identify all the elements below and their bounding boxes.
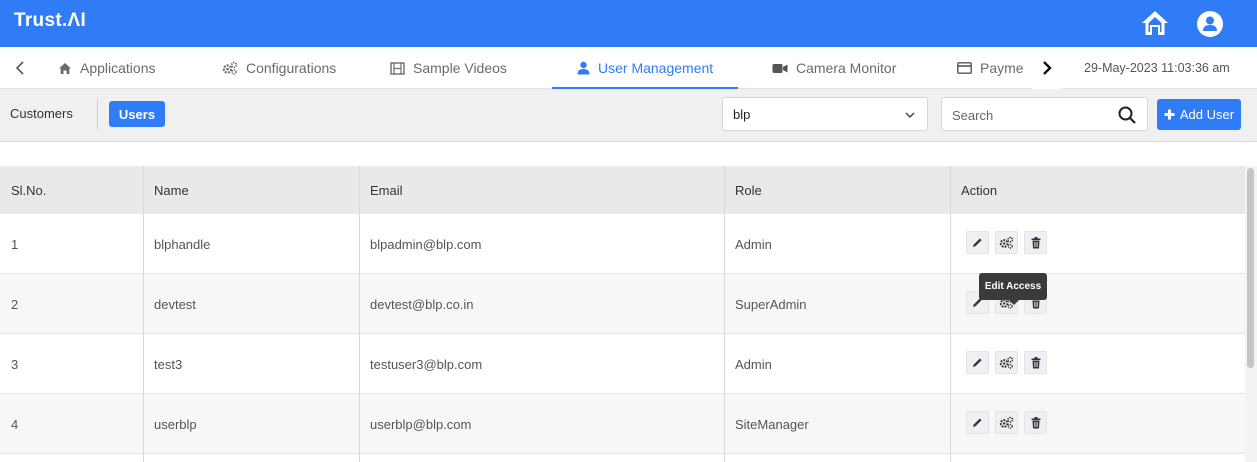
chevron-down-icon bbox=[905, 112, 915, 119]
tab-camera-monitor[interactable]: Camera Monitor bbox=[772, 47, 896, 89]
delete-trash-icon[interactable] bbox=[1024, 411, 1047, 434]
access-gears-icon[interactable] bbox=[995, 231, 1018, 254]
video-camera-icon bbox=[772, 63, 788, 73]
cell-role: SiteManager bbox=[735, 416, 809, 432]
edit-pencil-icon[interactable] bbox=[966, 411, 989, 434]
tab-label: Applications bbox=[80, 60, 156, 76]
customer-select[interactable]: blp bbox=[722, 97, 928, 131]
column-header-action: Action bbox=[961, 182, 998, 198]
cell-slno: 3 bbox=[11, 356, 19, 372]
delete-trash-icon[interactable] bbox=[1024, 351, 1047, 374]
credit-card-icon bbox=[957, 62, 972, 74]
cell-name: devtest bbox=[154, 296, 196, 312]
table-row: 3 test3 testuser3@blp.com Admin bbox=[0, 334, 1245, 394]
tab-sample-videos[interactable]: Sample Videos bbox=[390, 47, 507, 89]
search-input[interactable] bbox=[952, 105, 1102, 125]
cell-role: SuperAdmin bbox=[735, 296, 807, 312]
row-actions bbox=[966, 351, 1047, 374]
table-row: 2 devtest devtest@blp.co.in SuperAdmin bbox=[0, 274, 1245, 334]
tab-label: Payme bbox=[980, 60, 1024, 76]
table-row: 4 userblp userblp@blp.com SiteManager bbox=[0, 394, 1245, 454]
access-gears-icon[interactable] bbox=[995, 351, 1018, 374]
film-icon bbox=[390, 61, 405, 75]
table-row: 1 blphandle blpadmin@blp.com Admin bbox=[0, 214, 1245, 274]
cell-slno: 4 bbox=[11, 416, 19, 432]
module-tabs: Applications Configurations Sample Video… bbox=[0, 47, 1257, 89]
row-actions bbox=[966, 231, 1047, 254]
customers-toggle[interactable]: Customers bbox=[10, 106, 73, 121]
cell-slno: 2 bbox=[11, 296, 19, 312]
cell-role: Admin bbox=[735, 356, 772, 372]
table-header: Sl.No. Name Email Role Action bbox=[0, 166, 1245, 214]
tab-payments[interactable]: Payme bbox=[957, 47, 1024, 89]
tab-label: Sample Videos bbox=[413, 60, 507, 76]
column-header-email: Email bbox=[370, 182, 403, 198]
search-icon[interactable] bbox=[1117, 105, 1137, 125]
tab-label: User Management bbox=[598, 60, 714, 76]
tab-configurations[interactable]: Configurations bbox=[222, 47, 336, 89]
cell-email: devtest@blp.co.in bbox=[370, 296, 474, 312]
column-divider bbox=[143, 166, 144, 462]
cell-name: test3 bbox=[154, 356, 183, 372]
column-divider bbox=[359, 166, 360, 462]
customer-select-value: blp bbox=[733, 107, 751, 122]
user-avatar-icon[interactable] bbox=[1196, 10, 1224, 38]
tab-label: Camera Monitor bbox=[796, 60, 897, 76]
search-box bbox=[941, 97, 1148, 131]
cell-role: Admin bbox=[735, 236, 772, 252]
column-header-slno: Sl.No. bbox=[11, 182, 47, 198]
user-management-toolbar: Customers Users blp Add User bbox=[0, 89, 1257, 142]
tab-label: Configurations bbox=[246, 60, 337, 76]
add-user-label: Add User bbox=[1179, 107, 1235, 122]
toggle-divider bbox=[97, 99, 98, 129]
column-header-role: Role bbox=[735, 182, 762, 198]
column-divider bbox=[724, 166, 725, 462]
cell-slno: 1 bbox=[11, 236, 19, 252]
tab-user-management[interactable]: User Management bbox=[577, 47, 713, 89]
delete-trash-icon[interactable] bbox=[1024, 231, 1047, 254]
cell-name: blphandle bbox=[154, 236, 211, 252]
cell-email: blpadmin@blp.com bbox=[370, 236, 482, 252]
tab-applications[interactable]: Applications bbox=[58, 47, 156, 89]
cell-email: userblp@blp.com bbox=[370, 416, 472, 432]
users-table: Sl.No. Name Email Role Action 1 blphandl… bbox=[0, 166, 1245, 462]
home-icon[interactable] bbox=[1140, 9, 1170, 37]
plus-icon bbox=[1164, 109, 1175, 120]
column-header-name: Name bbox=[154, 182, 189, 198]
add-user-button[interactable]: Add User bbox=[1157, 99, 1241, 130]
row-actions bbox=[966, 411, 1047, 434]
brand-logo[interactable]: Trust.ΛI bbox=[14, 10, 86, 32]
edit-access-tooltip: Edit Access bbox=[979, 273, 1047, 300]
tabs-scroll-area: Applications Configurations Sample Video… bbox=[0, 47, 1030, 89]
edit-pencil-icon[interactable] bbox=[966, 231, 989, 254]
access-gears-icon[interactable] bbox=[995, 411, 1018, 434]
cell-email: testuser3@blp.com bbox=[370, 356, 483, 372]
cell-name: userblp bbox=[154, 416, 197, 432]
home-icon bbox=[59, 62, 71, 74]
app-header: Trust.ΛI bbox=[0, 0, 1257, 47]
tabs-next-chevron-icon[interactable] bbox=[1032, 47, 1062, 89]
current-datetime: 29-May-2023 11:03:36 am bbox=[1084, 61, 1230, 75]
table-scrollbar-thumb[interactable] bbox=[1247, 168, 1254, 368]
gears-icon bbox=[222, 61, 238, 75]
users-toggle[interactable]: Users bbox=[109, 101, 165, 127]
user-icon bbox=[577, 61, 590, 75]
edit-pencil-icon[interactable] bbox=[966, 351, 989, 374]
tooltip-arrow bbox=[1009, 300, 1019, 305]
column-divider bbox=[950, 166, 951, 462]
